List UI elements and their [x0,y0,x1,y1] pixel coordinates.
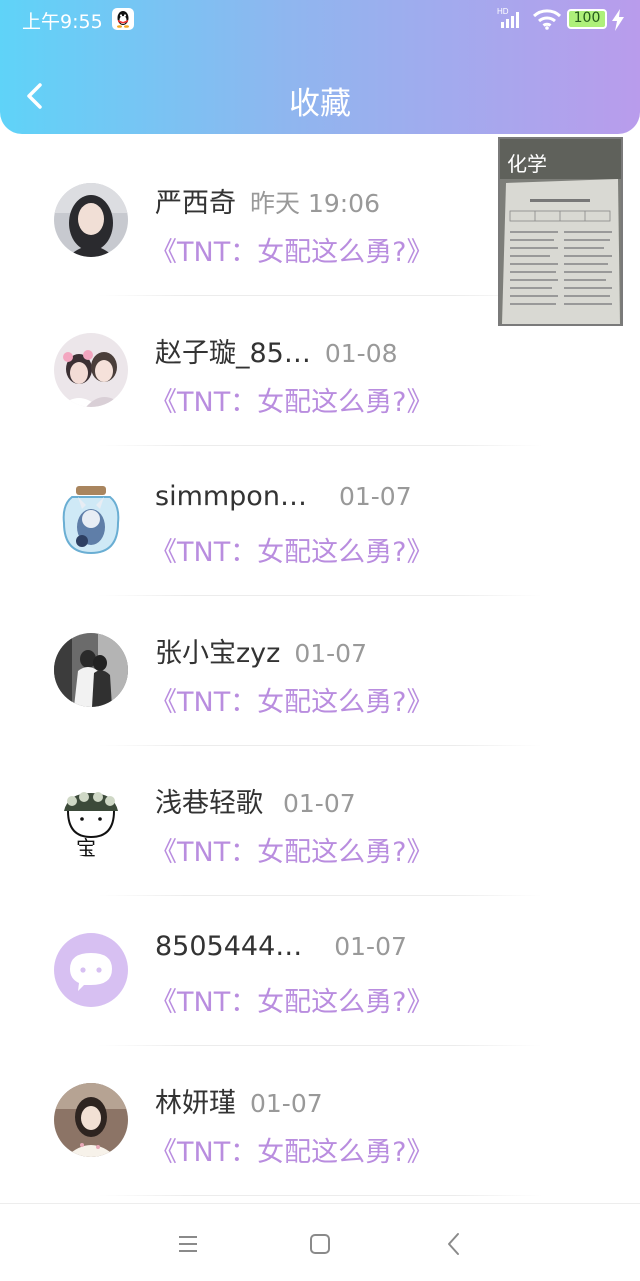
item-username: 赵子璇_85… 01-08 [155,331,398,370]
item-date: 01-07 [294,639,367,668]
list-item[interactable]: 8505444… 01-07 《TNT：女配这么勇?》 [0,896,640,1046]
charging-icon [612,9,624,31]
avatar [54,333,128,407]
username-text: 严西奇 [155,188,236,219]
username-text: 8505444… [155,931,303,962]
item-book-title[interactable]: 《TNT：女配这么勇?》 [150,530,434,569]
avatar [54,183,128,257]
battery-level: 100 [573,10,601,26]
svg-text:HD: HD [497,7,509,16]
item-date: 01-07 [334,932,407,961]
item-username: 张小宝zyz 01-07 [155,631,367,670]
battery-icon: 100 [567,9,607,29]
username-text: 浅巷轻歌 [155,788,263,819]
item-book-title[interactable]: 《TNT：女配这么勇?》 [150,1130,434,1169]
item-book-title[interactable]: 《TNT：女配这么勇?》 [150,830,434,869]
item-username: 8505444… 01-07 [155,931,407,962]
avatar: 宝 [54,783,128,857]
page-title: 收藏 [289,86,351,122]
home-icon[interactable] [300,1224,340,1264]
status-bar: 上午9:55 HD 100 [0,0,640,40]
item-book-title[interactable]: 《TNT：女配这么勇?》 [150,380,434,419]
avatar [54,633,128,707]
list-item[interactable]: simmpon… 01-07 《TNT：女配这么勇?》 [0,446,640,596]
wifi-icon [532,9,562,30]
item-date: 昨天 19:06 [250,189,380,218]
menu-icon[interactable] [168,1224,208,1264]
item-date: 01-07 [250,1089,323,1118]
username-text: 赵子璇_85… [155,338,311,369]
floating-video-window[interactable]: 化学 [498,137,623,326]
item-book-title[interactable]: 《TNT：女配这么勇?》 [150,680,434,719]
list-item[interactable]: 宝 浅巷轻歌 01-07 《TNT：女配这么勇?》 [0,746,640,896]
item-date: 01-07 [338,482,412,511]
back-icon[interactable] [434,1224,474,1264]
username-text: 林妍瑾 [155,1088,236,1119]
item-username: 严西奇 昨天 19:06 [155,181,380,220]
list-item[interactable]: 林妍瑾 01-07 《TNT：女配这么勇?》 [0,1046,640,1196]
item-date: 01-08 [324,339,398,368]
item-book-title[interactable]: 《TNT：女配这么勇?》 [150,980,434,1019]
status-time: 上午9:55 [22,11,103,33]
header-bar: 上午9:55 HD 100 收藏 [0,0,640,134]
avatar [54,1083,128,1157]
hd-signal-icon: HD [497,7,519,28]
avatar [54,483,128,557]
item-username: 浅巷轻歌 01-07 [155,781,356,820]
item-date: 01-07 [283,789,356,818]
floating-window-label: 化学 [507,152,547,176]
item-username: simmpon… 01-07 [155,481,412,512]
item-book-title[interactable]: 《TNT：女配这么勇?》 [150,230,434,269]
svg-text:宝: 宝 [76,836,96,857]
username-text: 张小宝zyz [155,638,281,669]
qq-icon [112,8,134,30]
system-nav-bar [0,1203,640,1281]
username-text: simmpon… [155,481,307,512]
item-username: 林妍瑾 01-07 [155,1081,323,1120]
list-item[interactable]: 张小宝zyz 01-07 《TNT：女配这么勇?》 [0,596,640,746]
divider [98,1195,542,1196]
avatar [54,933,128,1007]
